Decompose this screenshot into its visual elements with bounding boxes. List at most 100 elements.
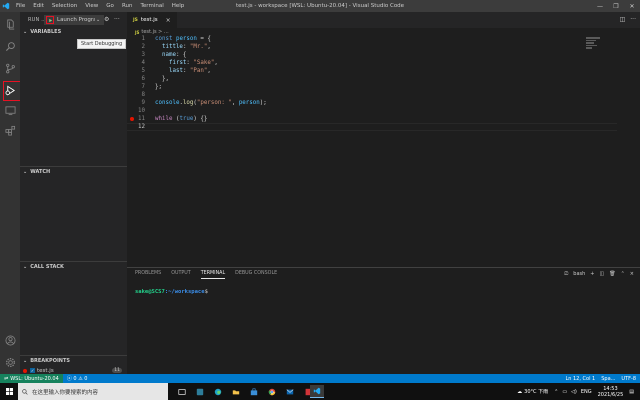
encoding[interactable]: UTF-8: [621, 376, 636, 382]
chevron-down-icon: ⌄: [23, 357, 28, 364]
split-terminal-icon[interactable]: ◫: [600, 271, 605, 277]
more-actions-icon[interactable]: ···: [630, 16, 636, 23]
task-view-icon[interactable]: [175, 385, 189, 398]
error-icon: ⓧ: [66, 376, 72, 382]
more-actions-icon[interactable]: ···: [114, 16, 120, 23]
menu-help[interactable]: Help: [168, 0, 189, 12]
panel-actions: ⎚ bash + ◫ 🗑 ⌃ ×: [564, 271, 634, 277]
search-icon[interactable]: [0, 36, 20, 56]
code-line: 3 name: {: [127, 51, 617, 59]
widgets-icon[interactable]: [193, 385, 207, 398]
line-number: 8: [141, 92, 146, 98]
terminal-icon: ⎚: [564, 271, 569, 277]
store-icon[interactable]: [247, 385, 261, 398]
restore-button[interactable]: ❐: [608, 0, 624, 12]
tab-output[interactable]: OUTPUT: [171, 271, 191, 279]
notification-icon[interactable]: ▤: [629, 389, 634, 395]
source-control-icon[interactable]: [0, 58, 20, 78]
warning-icon: ⚠: [78, 376, 83, 382]
close-button[interactable]: ✕: [624, 0, 640, 12]
editor-tab-bar: JS test.js × ◫ ···: [127, 12, 640, 28]
close-tab-icon[interactable]: ×: [166, 17, 171, 24]
vscode-taskbar-icon[interactable]: [310, 385, 324, 398]
edge-browser-icon[interactable]: [211, 385, 225, 398]
chrome-browser-icon[interactable]: [265, 385, 279, 398]
code-line: 8: [127, 91, 617, 99]
problems-indicator[interactable]: ⓧ 0 ⚠ 0: [67, 375, 88, 382]
chevron-down-icon: ⌄: [23, 168, 28, 175]
weather-label[interactable]: 30°C 下雨: [524, 388, 548, 395]
clock[interactable]: 14:53 2021/6/25: [598, 386, 624, 398]
tab-terminal[interactable]: TERMINAL: [200, 271, 226, 279]
breakpoint-dot-icon[interactable]: [130, 117, 134, 121]
remote-label: WSL: Ubuntu-20.04: [10, 375, 59, 382]
settings-gear-icon[interactable]: [0, 352, 20, 372]
line-number: 4: [141, 60, 146, 66]
menu-go[interactable]: Go: [102, 0, 118, 12]
clock-date: 2021/6/25: [597, 391, 624, 398]
system-tray: ☁ 30°C 下雨 ⌃ ▭ ◁) ENG 14:53 2021/6/25 ▤: [517, 383, 640, 400]
tab-debug-console[interactable]: DEBUG CONSOLE: [235, 271, 277, 279]
variables-section-header[interactable]: ⌄ VARIABLES: [20, 27, 127, 37]
extensions-icon[interactable]: [0, 120, 20, 140]
breakpoints-title: BREAKPOINTS: [30, 357, 70, 364]
terminal-prompt[interactable]: sake@SCS7:~/workspace$: [135, 289, 208, 295]
windows-start-icon[interactable]: [0, 383, 18, 400]
start-debugging-button[interactable]: [46, 16, 54, 24]
shell-select[interactable]: bash: [573, 271, 585, 277]
code-line: 9 console.log("person: ", person);: [127, 99, 617, 107]
code-line: 2 tittle: "Mr.",: [127, 43, 617, 51]
minimap[interactable]: [586, 36, 610, 50]
network-icon[interactable]: ▭: [562, 389, 567, 395]
gear-icon[interactable]: ⚙: [104, 16, 109, 23]
minimize-button[interactable]: —: [592, 0, 608, 12]
remote-icon: ⇌: [4, 375, 9, 382]
run-debug-icon[interactable]: [0, 80, 20, 100]
watch-title: WATCH: [30, 168, 51, 175]
menu-view[interactable]: View: [81, 0, 102, 12]
watch-section-header[interactable]: ⌄ WATCH: [20, 166, 127, 176]
weather-icon: ☁: [517, 388, 523, 395]
breakpoint-line-badge: 11: [112, 368, 122, 373]
menu-run[interactable]: Run: [118, 0, 137, 12]
prompt-user: sake@SCS7: [135, 289, 165, 295]
line-number: 10: [138, 108, 145, 114]
code-line: 7 };: [127, 83, 617, 91]
status-right: Ln 12, Col 1 Spa... UTF-8: [565, 374, 636, 383]
call-stack-section-header[interactable]: ⌄ CALL STACK: [20, 261, 127, 271]
chevron-up-icon[interactable]: ⌃: [621, 271, 625, 277]
tab-test-js[interactable]: JS test.js ×: [127, 12, 177, 28]
add-terminal-icon[interactable]: +: [590, 271, 594, 277]
file-explorer-icon[interactable]: [229, 385, 243, 398]
breakpoint-checkbox[interactable]: ✓: [30, 368, 35, 373]
tray-overflow-icon[interactable]: ⌃: [554, 389, 558, 395]
code-line: 5 last: "Pan",: [127, 67, 617, 75]
menu-terminal[interactable]: Terminal: [136, 0, 167, 12]
trash-icon[interactable]: 🗑: [609, 271, 615, 277]
breakpoints-section-header[interactable]: ⌄ BREAKPOINTS: [20, 355, 127, 365]
code-editor[interactable]: 1 const person = { 2 tittle: "Mr.", 3 na…: [127, 35, 617, 267]
warning-count: 0: [84, 376, 88, 382]
tab-problems[interactable]: PROBLEMS: [135, 271, 161, 279]
cursor-position[interactable]: Ln 12, Col 1: [565, 376, 595, 382]
menu-selection[interactable]: Selection: [48, 0, 81, 12]
line-number: 5: [141, 68, 146, 74]
volume-icon[interactable]: ◁): [571, 389, 577, 395]
split-editor-icon[interactable]: ◫: [620, 16, 626, 23]
input-language[interactable]: ENG: [581, 389, 592, 395]
menu-edit[interactable]: Edit: [29, 0, 48, 12]
mail-icon[interactable]: [283, 385, 297, 398]
remote-explorer-icon[interactable]: [0, 100, 20, 120]
explorer-icon[interactable]: [0, 14, 20, 34]
close-panel-icon[interactable]: ×: [630, 271, 634, 277]
launch-config-select[interactable]: Launch Program ⌄: [44, 15, 104, 25]
code-line: 1 const person = {: [127, 35, 617, 43]
account-icon[interactable]: [0, 330, 20, 350]
taskbar-search-input[interactable]: 在这里输入你要搜索的内容: [18, 383, 168, 400]
menu-file[interactable]: File: [12, 0, 29, 12]
search-icon: [22, 388, 28, 395]
activity-bar: [0, 12, 20, 374]
remote-indicator[interactable]: ⇌ WSL: Ubuntu-20.04: [0, 374, 63, 383]
line-number: 9: [141, 100, 146, 106]
indentation[interactable]: Spa...: [601, 376, 615, 382]
